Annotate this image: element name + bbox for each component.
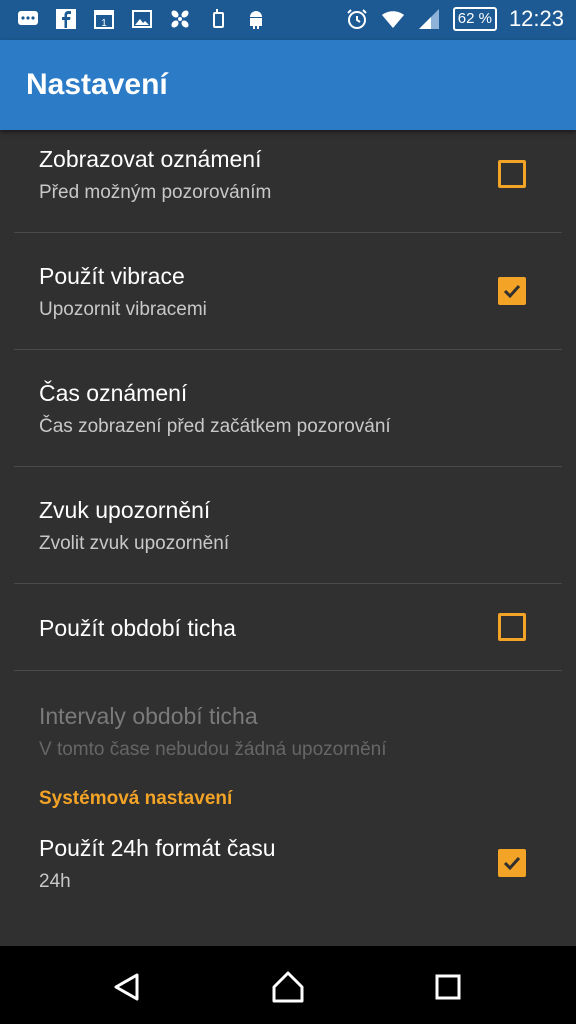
setting-notification-sound[interactable]: Zvuk upozornění Zvolit zvuk upozornění <box>0 467 576 584</box>
setting-title: Zobrazovat oznámení <box>39 146 262 172</box>
check-icon <box>503 856 521 871</box>
image-icon <box>132 10 152 28</box>
setting-summary: Před možným pozorováním <box>39 182 272 203</box>
setting-show-notifications[interactable]: Zobrazovat oznámení Před možným pozorová… <box>0 130 576 233</box>
setting-quiet-period[interactable]: Použít období ticha <box>0 584 576 671</box>
battery-icon: 62 % <box>452 7 497 31</box>
setting-notification-time[interactable]: Čas oznámení Čas zobrazení před začátkem… <box>0 350 576 467</box>
quiet-period-checkbox[interactable] <box>498 613 526 641</box>
back-icon[interactable] <box>110 969 146 1005</box>
android-icon <box>250 11 262 29</box>
setting-title: Použít 24h formát času <box>39 835 276 861</box>
settings-list[interactable]: Zobrazovat oznámení Před možným pozorová… <box>0 130 576 946</box>
setting-quiet-intervals: Intervaly období ticha V tomto čase nebu… <box>0 671 576 788</box>
home-icon[interactable] <box>270 969 306 1005</box>
alarm-icon <box>347 9 367 29</box>
setting-title: Čas oznámení <box>39 380 188 406</box>
facebook-icon <box>56 9 76 29</box>
setting-summary: Čas zobrazení před začátkem pozorování <box>39 416 391 437</box>
show-notifications-checkbox[interactable] <box>498 160 526 188</box>
use-vibration-checkbox[interactable] <box>498 277 526 305</box>
setting-summary: V tomto čase nebudou žádná upozornění <box>39 739 387 760</box>
page-title: Nastavení <box>26 68 168 101</box>
status-bar: 1 62 % 12:23 <box>0 0 576 40</box>
setting-summary: 24h <box>39 871 71 892</box>
recents-icon[interactable] <box>430 969 466 1005</box>
calendar-icon: 1 <box>94 10 114 29</box>
navigation-bar <box>0 946 576 1024</box>
24h-format-checkbox[interactable] <box>498 849 526 877</box>
clock: 12:23 <box>508 6 564 31</box>
svg-text:1: 1 <box>101 18 107 29</box>
wifi-icon <box>381 11 404 28</box>
check-icon <box>503 284 521 299</box>
message-icon <box>18 11 38 25</box>
setting-title: Použít vibrace <box>39 263 185 289</box>
fan-icon <box>171 10 189 28</box>
setting-title: Zvuk upozornění <box>39 497 211 523</box>
setting-summary: Upozornit vibracemi <box>39 299 207 320</box>
app-bar: Nastavení <box>0 40 576 130</box>
setting-title: Použít období ticha <box>39 615 236 641</box>
setting-summary: Zvolit zvuk upozornění <box>39 533 230 554</box>
device-icon <box>213 9 224 28</box>
setting-24h-format[interactable]: Použít 24h formát času 24h <box>0 822 576 932</box>
section-header: Systémová nastavení <box>39 788 233 809</box>
setting-use-vibration[interactable]: Použít vibrace Upozornit vibracemi <box>0 233 576 350</box>
signal-icon <box>418 9 439 29</box>
section-system-settings: Systémová nastavení <box>0 788 576 822</box>
setting-title: Intervaly období ticha <box>39 703 258 729</box>
